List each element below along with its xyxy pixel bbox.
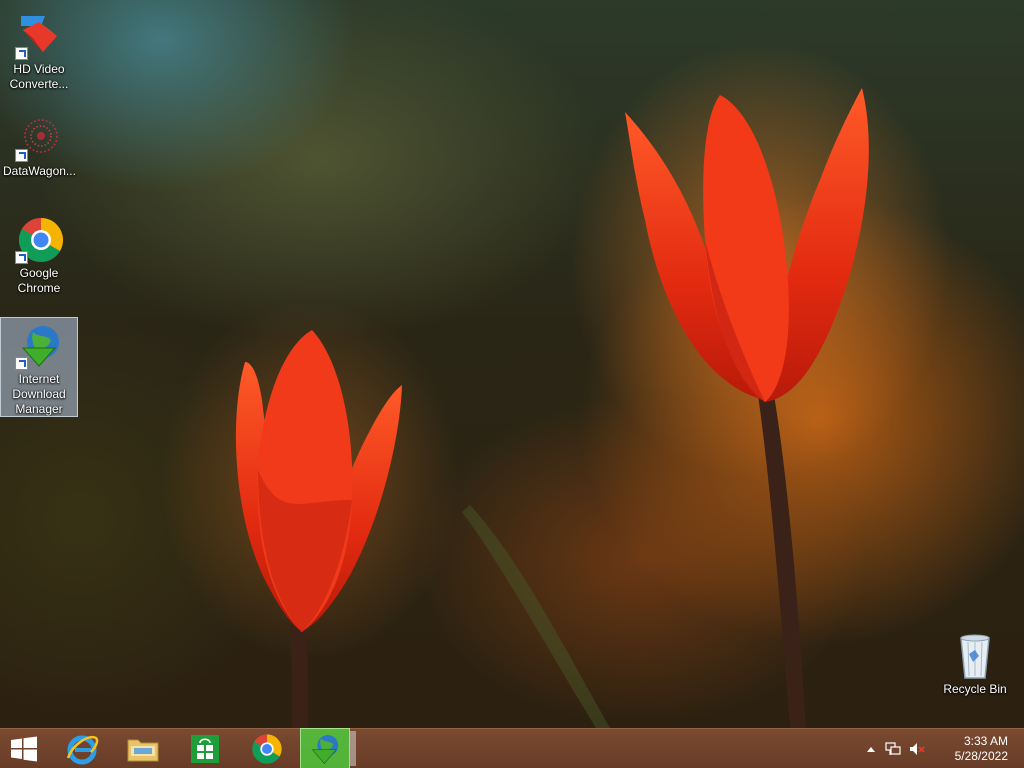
desktop-icon-label: HD Video Converte... <box>9 62 69 91</box>
taskbar-clock[interactable]: 3:33 AM 5/28/2022 <box>938 734 1008 764</box>
desktop-icon-datawagon[interactable]: DataWagon... <box>1 110 77 179</box>
shortcut-arrow-icon <box>15 357 28 370</box>
taskbar-internet-download-manager[interactable] <box>300 728 350 768</box>
desktop-icon-hd-video-converter[interactable]: HD Video Converte... <box>1 8 77 92</box>
idm-icon <box>311 734 339 764</box>
internet-explorer-icon <box>66 735 99 764</box>
desktop-icon-label: DataWagon... <box>3 164 76 178</box>
taskbar-internet-explorer[interactable] <box>54 729 110 768</box>
desktop-icon-label: Internet Download Manager <box>12 372 66 416</box>
show-hidden-icons-button[interactable] <box>864 729 878 768</box>
network-icon <box>885 741 901 755</box>
chrome-icon <box>252 733 282 764</box>
clock-date: 5/28/2022 <box>954 749 1008 763</box>
datawagon-icon <box>15 114 63 162</box>
desktop-icon-google-chrome[interactable]: Google Chrome <box>1 212 77 296</box>
hd-video-converter-icon <box>15 12 63 60</box>
tulip-wallpaper <box>160 40 950 728</box>
clock-time: 3:33 AM <box>963 734 1008 748</box>
shortcut-arrow-icon <box>15 149 28 162</box>
desktop[interactable]: HD Video Converte... DataWagon... Google… <box>0 0 1024 728</box>
desktop-icon-label: Recycle Bin <box>943 682 1007 696</box>
taskbar: 3:33 AM 5/28/2022 <box>0 728 1024 768</box>
chevron-up-icon <box>867 746 875 752</box>
taskbar-file-explorer[interactable] <box>115 729 171 768</box>
windows-logo-icon <box>11 736 37 761</box>
volume-button[interactable] <box>906 729 928 768</box>
taskbar-google-chrome[interactable] <box>239 729 295 768</box>
recycle-bin-icon <box>951 632 999 680</box>
system-tray: 3:33 AM 5/28/2022 <box>864 729 1024 768</box>
desktop-icon-label: Google Chrome <box>17 266 61 295</box>
chrome-icon <box>15 216 63 264</box>
store-icon <box>191 734 219 763</box>
taskbar-store[interactable] <box>177 729 233 768</box>
idm-icon <box>15 322 63 370</box>
start-button[interactable] <box>0 729 48 768</box>
shortcut-arrow-icon <box>15 251 28 264</box>
folder-icon <box>127 739 159 761</box>
shortcut-arrow-icon <box>15 47 28 60</box>
desktop-icon-internet-download-manager[interactable]: Internet Download Manager <box>0 317 78 417</box>
volume-muted-icon <box>910 742 925 755</box>
desktop-icon-recycle-bin[interactable]: Recycle Bin <box>937 628 1013 697</box>
network-status-button[interactable] <box>882 729 904 768</box>
taskbar-separator <box>350 731 356 766</box>
